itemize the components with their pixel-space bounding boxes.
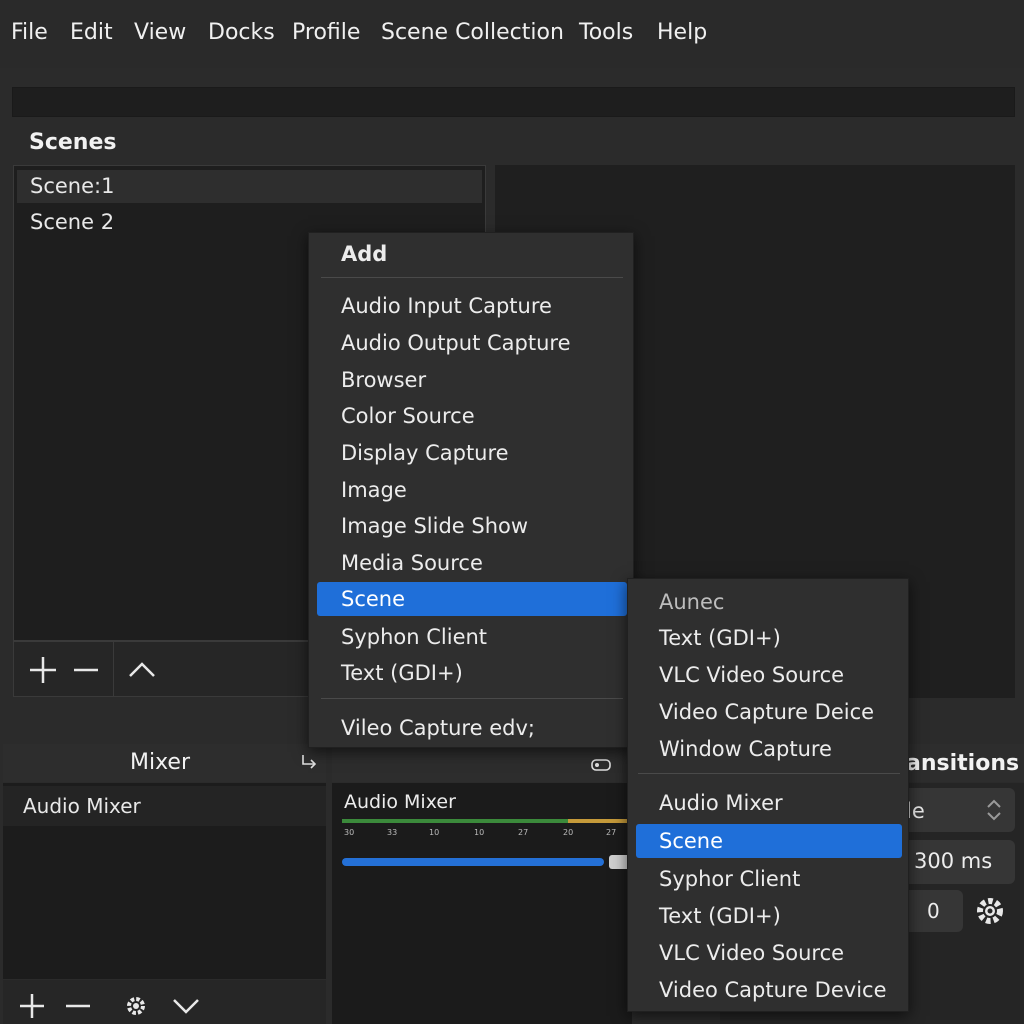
add-menu-header: Add bbox=[341, 242, 388, 266]
menu-item-media-source[interactable]: Media Source bbox=[317, 546, 627, 580]
menu-view[interactable]: View bbox=[134, 18, 186, 48]
add-scene-button[interactable] bbox=[28, 655, 58, 685]
submenu-item[interactable]: Window Capture bbox=[636, 732, 902, 766]
mixer-dock-title: Mixer bbox=[130, 750, 191, 775]
submenu-item[interactable]: VLC Video Source bbox=[636, 658, 902, 692]
submenu-item[interactable]: Aunec bbox=[636, 585, 902, 619]
undock-icon[interactable] bbox=[300, 752, 320, 772]
remove-scene-button[interactable] bbox=[72, 655, 100, 685]
menu-item-color-source[interactable]: Color Source bbox=[317, 399, 627, 433]
volume-slider[interactable] bbox=[342, 858, 604, 866]
menu-item-video-capture[interactable]: Vileo Capture edv; bbox=[317, 711, 627, 745]
submenu-item[interactable]: Text (GDI+) bbox=[636, 899, 902, 933]
submenu-item[interactable]: VLC Video Source bbox=[636, 936, 902, 970]
audio-meter-green bbox=[342, 819, 568, 823]
menu-item-audio-output-capture[interactable]: Audio Output Capture bbox=[317, 326, 627, 360]
transition-duration-value: 300 ms bbox=[914, 849, 993, 873]
submenu-item[interactable]: Text (GDI+) bbox=[636, 621, 902, 655]
menu-edit[interactable]: Edit bbox=[70, 18, 113, 48]
toolbar-divider bbox=[113, 642, 114, 696]
properties-icon[interactable] bbox=[588, 754, 614, 774]
menu-divider bbox=[638, 773, 900, 774]
submenu-item[interactable]: Video Capture Device bbox=[636, 973, 902, 1007]
menu-item-syphon-client[interactable]: Syphon Client bbox=[317, 620, 627, 654]
submenu-item[interactable]: Video Capture Deice bbox=[636, 695, 902, 729]
menu-profile[interactable]: Profile bbox=[292, 18, 360, 48]
meter-tick: 20 bbox=[563, 828, 574, 837]
move-scene-up-button[interactable] bbox=[126, 656, 158, 682]
meter-tick: 10 bbox=[474, 828, 485, 837]
meter-tick: 27 bbox=[606, 828, 617, 837]
audio-source-name: Audio Mixer bbox=[344, 791, 456, 813]
add-mixer-button[interactable] bbox=[18, 992, 46, 1020]
submenu-item-scene[interactable]: Scene bbox=[636, 824, 902, 858]
menu-item-browser[interactable]: Browser bbox=[317, 363, 627, 397]
menu-divider bbox=[321, 698, 623, 699]
menu-file[interactable]: File bbox=[11, 18, 48, 48]
submenu-item[interactable]: Audio Mixer bbox=[636, 786, 902, 820]
menu-item-scene[interactable]: Scene bbox=[317, 582, 627, 616]
scenes-dock-title: Scenes bbox=[29, 130, 117, 155]
gear-icon[interactable] bbox=[123, 993, 149, 1019]
remove-mixer-button[interactable] bbox=[64, 992, 92, 1020]
menu-item-image-slide-show[interactable]: Image Slide Show bbox=[317, 509, 627, 543]
scene-item-1[interactable]: Scene:1 bbox=[17, 170, 482, 203]
menu-item-text-gdi[interactable]: Text (GDI+) bbox=[317, 656, 627, 690]
gear-icon[interactable] bbox=[972, 893, 1008, 929]
transition-count-value: 0 bbox=[927, 899, 940, 923]
meter-tick: 30 bbox=[344, 828, 355, 837]
menubar: File Edit View Docks Profile Scene Colle… bbox=[0, 0, 1024, 68]
toolbar-strip bbox=[12, 87, 1015, 117]
audio-meter-yellow bbox=[568, 819, 628, 823]
menu-item-display-capture[interactable]: Display Capture bbox=[317, 436, 627, 470]
mixer-item[interactable]: Audio Mixer bbox=[3, 786, 326, 826]
menu-docks[interactable]: Docks bbox=[208, 18, 275, 48]
add-source-menu: Add Audio Input Capture Audio Output Cap… bbox=[308, 232, 634, 748]
mixer-toolbar bbox=[3, 980, 326, 1024]
menu-help[interactable]: Help bbox=[657, 18, 707, 48]
transitions-dock-title: ansitions bbox=[906, 751, 1020, 776]
menu-item-image[interactable]: Image bbox=[317, 473, 627, 507]
meter-tick: 10 bbox=[429, 828, 440, 837]
audio-panel-header bbox=[332, 744, 622, 782]
menu-tools[interactable]: Tools bbox=[579, 18, 633, 48]
select-arrows-icon bbox=[987, 799, 1001, 821]
meter-tick: 33 bbox=[387, 828, 398, 837]
menu-item-audio-input-capture[interactable]: Audio Input Capture bbox=[317, 289, 627, 323]
scene-submenu: Aunec Text (GDI+) VLC Video Source Video… bbox=[627, 578, 909, 1012]
chevron-down-icon[interactable] bbox=[171, 996, 201, 1016]
menu-divider bbox=[321, 277, 623, 278]
meter-tick: 27 bbox=[518, 828, 529, 837]
submenu-item[interactable]: Syphor Client bbox=[636, 862, 902, 896]
menu-scene-collection[interactable]: Scene Collection bbox=[381, 18, 564, 48]
